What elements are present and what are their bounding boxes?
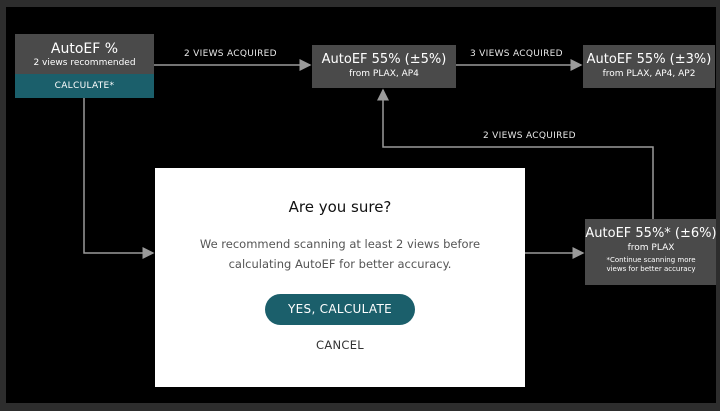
node-one-view-note-line1: *Continue scanning more [606,256,696,264]
node-one-view: AutoEF 55%* (±6%) from PLAX *Continue sc… [585,219,716,285]
node-two-views-title: AutoEF 55% (±5%) [321,52,447,67]
yes-calculate-button[interactable]: YES, CALCULATE [265,294,415,325]
edge-label-one-to-two: 2 VIEWS ACQUIRED [483,131,576,141]
flow-diagram: AutoEF % 2 views recommended CALCULATE* … [6,7,716,403]
node-two-views: AutoEF 55% (±5%) from PLAX, AP4 [312,45,456,88]
node-three-views: AutoEF 55% (±3%) from PLAX, AP4, AP2 [583,45,715,88]
dialog-message: We recommend scanning at least 2 views b… [180,234,500,274]
node-one-view-title: AutoEF 55%* (±6%) [585,226,716,241]
arrow-start-to-modal [83,98,155,259]
node-one-view-note: *Continue scanning more views for better… [585,256,716,274]
confirm-dialog: Are you sure? We recommend scanning at l… [155,168,525,387]
dialog-message-line1: We recommend scanning at least 2 views b… [199,237,481,251]
node-start-subtitle: 2 views recommended [33,58,136,68]
node-start-title: AutoEF % [50,41,119,57]
calculate-button[interactable]: CALCULATE* [15,74,154,98]
node-one-view-subtitle: from PLAX [627,243,675,253]
node-three-views-subtitle: from PLAX, AP4, AP2 [602,69,696,79]
node-two-views-subtitle: from PLAX, AP4 [349,69,419,79]
node-autoef-start: AutoEF % 2 views recommended CALCULATE* [15,34,154,98]
dialog-message-line2: calculating AutoEF for better accuracy. [228,257,452,271]
dialog-title: Are you sure? [288,198,392,216]
node-one-view-note-line2: views for better accuracy [606,265,696,273]
edge-label-start-to-two: 2 VIEWS ACQUIRED [184,49,277,59]
cancel-button[interactable]: CANCEL [155,338,525,352]
edge-label-two-to-three: 3 VIEWS ACQUIRED [470,49,563,59]
node-three-views-title: AutoEF 55% (±3%) [586,52,712,67]
